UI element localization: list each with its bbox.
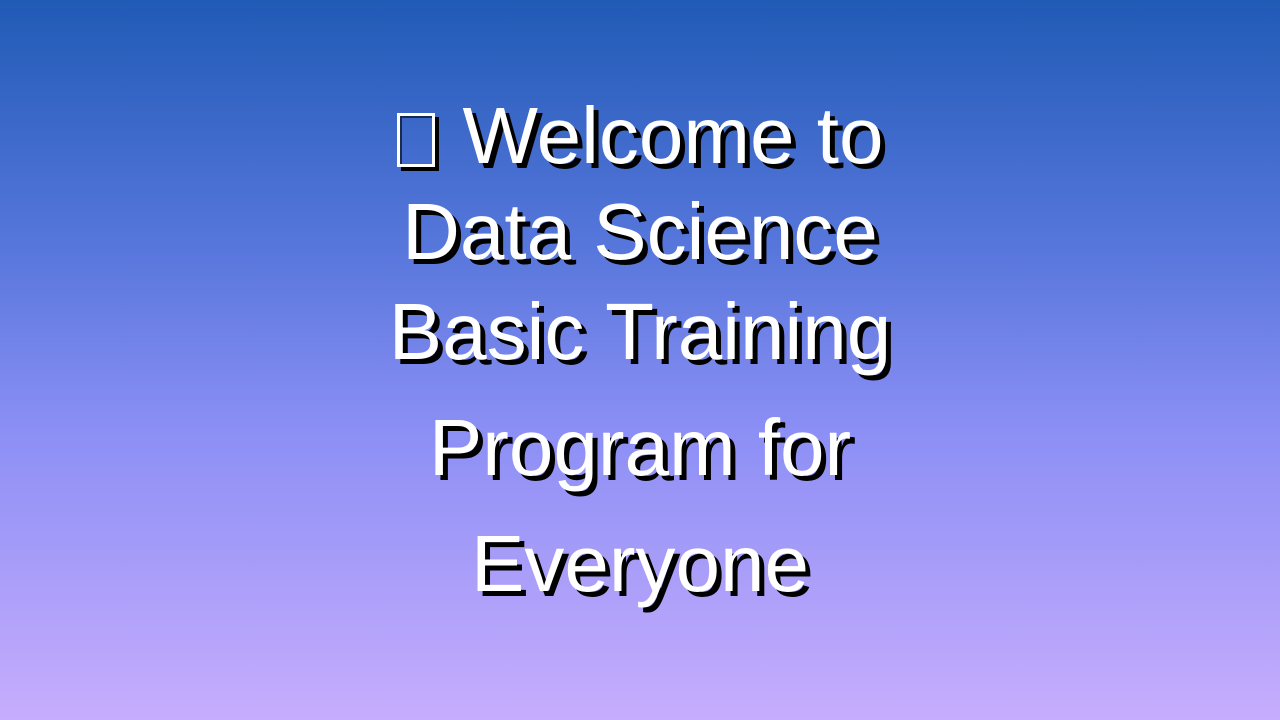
- missing-glyph-icon: [396, 113, 435, 167]
- title-slide: Welcome to Data Science Basic Training P…: [0, 0, 1280, 720]
- title-line-4: Program for: [428, 403, 852, 492]
- title-line-1: Welcome to: [0, 90, 1280, 182]
- title-line-1-text: Welcome to: [462, 91, 884, 180]
- title-line-5: Everyone: [471, 519, 809, 608]
- title-line-2: Data Science: [402, 187, 878, 276]
- title-line-3: Basic Training: [388, 287, 892, 376]
